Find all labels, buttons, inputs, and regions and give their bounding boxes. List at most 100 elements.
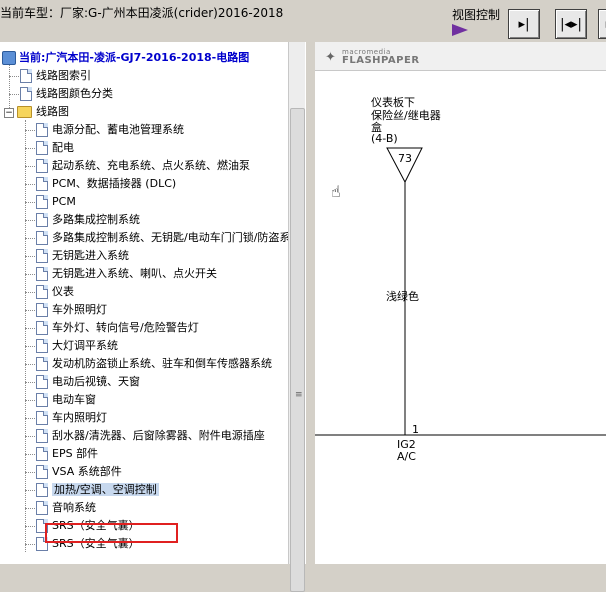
- tree-item-label: 多路集成控制系统、无钥匙/电动车门门锁/防盗系: [52, 231, 288, 244]
- tree-item[interactable]: 电动车窗: [36, 391, 96, 409]
- document-icon: [36, 429, 48, 443]
- tree-item-label: 电动后视镜、天窗: [52, 375, 140, 388]
- tree-item[interactable]: 起动系统、充电系统、点火系统、燃油泵: [36, 157, 250, 175]
- tree-item-label: VSA 系统部件: [52, 465, 122, 478]
- top-toolbar: 当前车型：厂家:G-广州本田凌派(crider)2016-2018 视图控制 ▸…: [0, 0, 606, 43]
- tree-line: [25, 490, 35, 491]
- more-button[interactable]: ▸: [598, 9, 606, 39]
- tree-line: [25, 256, 35, 257]
- fit-width-button[interactable]: |◂▸|: [555, 9, 587, 39]
- tree-line: [25, 508, 35, 509]
- tree-line: [25, 238, 35, 239]
- tree-line: [25, 202, 35, 203]
- document-icon: [36, 141, 48, 155]
- next-page-icon: ▸|: [519, 17, 530, 32]
- tree-item[interactable]: 电动后视镜、天窗: [36, 373, 140, 391]
- tree-line: [25, 364, 35, 365]
- tree-folder-circuit-diagrams[interactable]: 线路图: [17, 103, 69, 121]
- document-icon: [36, 375, 48, 389]
- tree-scrollbar[interactable]: ≡: [288, 42, 305, 564]
- tree-item[interactable]: 车外照明灯: [36, 301, 107, 319]
- document-icon: [36, 123, 48, 137]
- collapse-toggle[interactable]: −: [4, 108, 14, 118]
- tree-item-label: 无钥匙进入系统: [52, 249, 129, 262]
- tree-line: [25, 346, 35, 347]
- tree-item[interactable]: 车外灯、转向信号/危险警告灯: [36, 319, 199, 337]
- tree-root-current[interactable]: 当前:广汽本田-凌派-GJ7-2016-2018-电路图: [2, 49, 249, 67]
- tree-item[interactable]: 大灯调平系统: [36, 337, 118, 355]
- current-model-label: 当前:广汽本田-凌派-GJ7-2016-2018-电路图: [19, 51, 249, 64]
- tree-line: [25, 544, 35, 545]
- tree-item-label: 多路集成控制系统: [52, 213, 140, 226]
- tree-item[interactable]: 发动机防盗锁止系统、驻车和倒车传感器系统: [36, 355, 272, 373]
- view-control-label: 视图控制: [452, 6, 500, 23]
- tree-item-label: 配电: [52, 141, 74, 154]
- tree-item-label: 起动系统、充电系统、点火系统、燃油泵: [52, 159, 250, 172]
- tree-item[interactable]: 多路集成控制系统、无钥匙/电动车门门锁/防盗系: [36, 229, 288, 247]
- tree-item[interactable]: EPS 部件: [36, 445, 98, 463]
- component-ref: (4-B): [371, 132, 398, 145]
- document-icon: [36, 357, 48, 371]
- wiring-diagram: 仪表板下 保险丝/继电器 盒 (4-B) 73 浅绿色 1 IG2 A/C: [315, 70, 606, 564]
- tree-item[interactable]: 加热/空调、空调控制: [36, 481, 159, 499]
- tree-item-label: 刮水器/清洗器、后窗除雾器、附件电源插座: [52, 429, 265, 442]
- tree-item-color-classification[interactable]: 线路图颜色分类: [20, 85, 113, 103]
- grip-icon: ≡: [295, 393, 303, 397]
- component-label-line1: 仪表板下: [371, 95, 415, 109]
- tree-line: [25, 526, 35, 527]
- tree-line: [25, 148, 35, 149]
- tree-line: [9, 64, 10, 114]
- tree-item[interactable]: 无钥匙进入系统: [36, 247, 129, 265]
- tree-item[interactable]: VSA 系统部件: [36, 463, 122, 481]
- document-icon: [36, 303, 48, 317]
- tree-item[interactable]: 车内照明灯: [36, 409, 107, 427]
- document-icon: [36, 447, 48, 461]
- tree-item-label: EPS 部件: [52, 447, 98, 460]
- tree-line: [25, 184, 35, 185]
- document-icon: [36, 321, 48, 335]
- tree-item[interactable]: PCM: [36, 193, 76, 211]
- tree-item-label: 电动车窗: [52, 393, 96, 406]
- tree-item-index[interactable]: 线路图索引: [20, 67, 91, 85]
- tree-line: [9, 94, 19, 95]
- document-icon: [36, 177, 48, 191]
- document-icon: [36, 483, 48, 497]
- pin-number: 1: [412, 423, 419, 436]
- tree-item[interactable]: 电源分配、蓄电池管理系统: [36, 121, 184, 139]
- tree-item-label: 无钥匙进入系统、喇叭、点火开关: [52, 267, 217, 280]
- document-icon: [36, 465, 48, 479]
- tree-line: [25, 472, 35, 473]
- tree-line: [9, 76, 19, 77]
- tree-item-label: 大灯调平系统: [52, 339, 118, 352]
- fuse-number: 73: [398, 152, 412, 165]
- tree-line: [25, 400, 35, 401]
- tree-line: [25, 166, 35, 167]
- diagram-viewer[interactable]: ✦ macromedia FLASHPAPER 仪表板下 保险丝/继电器 盒 (…: [315, 42, 606, 564]
- scrollbar-thumb[interactable]: ≡: [290, 108, 305, 592]
- circuit-tree-panel: 当前:广汽本田-凌派-GJ7-2016-2018-电路图 线路图索引 线路图颜色…: [0, 42, 288, 564]
- tree-item[interactable]: 无钥匙进入系统、喇叭、点火开关: [36, 265, 217, 283]
- tree-line: [25, 310, 35, 311]
- tree-item[interactable]: 仪表: [36, 283, 74, 301]
- connector-label-line2: A/C: [397, 450, 416, 463]
- document-icon: [36, 195, 48, 209]
- flashpaper-logo-icon: ✦: [325, 50, 336, 65]
- document-icon: [36, 339, 48, 353]
- tree-item-label: 发动机防盗锁止系统、驻车和倒车传感器系统: [52, 357, 272, 370]
- tree-item[interactable]: PCM、数据插接器 (DLC): [36, 175, 176, 193]
- tree-line: [25, 382, 35, 383]
- tree-line: [25, 274, 35, 275]
- tree-folder-label: 线路图: [36, 105, 69, 118]
- fit-width-icon: |◂▸|: [560, 17, 582, 32]
- tree-item[interactable]: 音响系统: [36, 499, 96, 517]
- document-icon: [20, 87, 32, 101]
- tree-item[interactable]: 刮水器/清洗器、后窗除雾器、附件电源插座: [36, 427, 265, 445]
- document-icon: [36, 393, 48, 407]
- document-icon: [36, 501, 48, 515]
- tree-item[interactable]: 配电: [36, 139, 74, 157]
- tree-line: [25, 292, 35, 293]
- hand-cursor-icon: ☝: [331, 182, 341, 201]
- tree-item-label: 线路图颜色分类: [36, 87, 113, 100]
- next-page-button[interactable]: ▸|: [508, 9, 540, 39]
- tree-item[interactable]: 多路集成控制系统: [36, 211, 140, 229]
